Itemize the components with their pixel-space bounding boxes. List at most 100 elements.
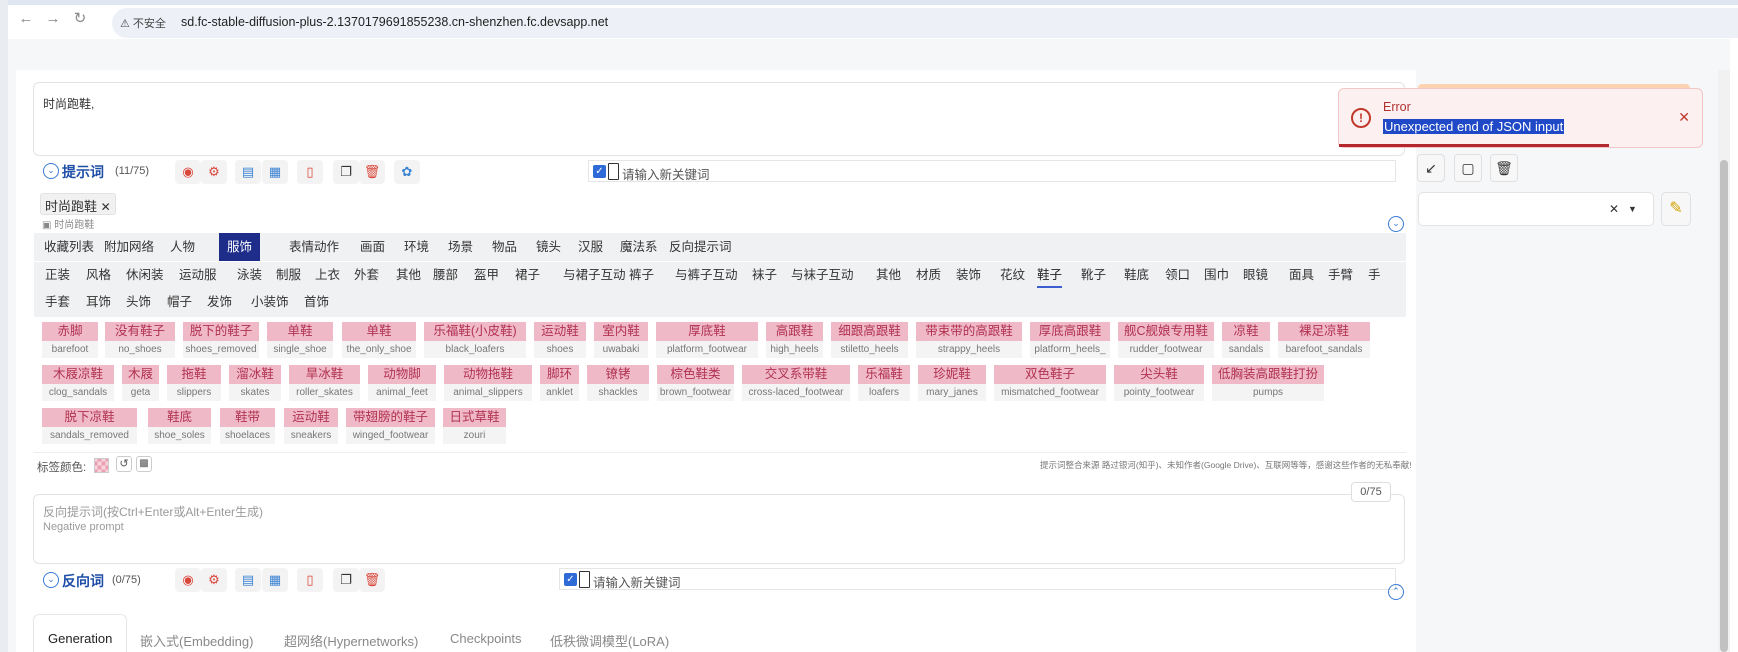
keyword-chip[interactable]: 运动鞋 shoes: [534, 322, 586, 358]
keyword-chip[interactable]: 凉鞋 sandals: [1222, 322, 1270, 358]
subcategory-tab[interactable]: 外套: [354, 262, 379, 288]
keyword-chip[interactable]: 双色鞋子 mismatched_footwear: [994, 365, 1106, 401]
subcategory-tab[interactable]: 围巾: [1204, 262, 1229, 288]
clear-select-icon[interactable]: ✕: [1609, 202, 1619, 216]
subcategory-tab[interactable]: 与裤子互动: [675, 262, 738, 288]
subcategory-tab[interactable]: 鞋子: [1037, 262, 1063, 288]
back-icon[interactable]: ←: [17, 10, 35, 28]
keyword-chip[interactable]: 鞋底 shoe_soles: [148, 408, 211, 444]
subcategory-tab[interactable]: 小装饰: [251, 289, 289, 315]
neg-expand-chevron-icon[interactable]: ⌃: [1388, 584, 1404, 600]
subcategory-tab[interactable]: 袜子: [752, 262, 777, 288]
checkbox-icon[interactable]: ✓: [593, 165, 606, 178]
edit-pencil-icon[interactable]: ✎: [1661, 192, 1691, 226]
keyword-chip[interactable]: 运动鞋 sneakers: [284, 408, 338, 444]
subcategory-tab[interactable]: 头饰: [126, 289, 151, 315]
prompt-textarea[interactable]: 时尚跑鞋,: [33, 82, 1405, 156]
neg-copy-icon[interactable]: ❐: [333, 568, 359, 592]
keyword-chip[interactable]: 单鞋 the_only_shoe: [342, 322, 416, 358]
subcategory-tab[interactable]: 休闲装: [126, 262, 164, 288]
neg-bookmark-icon[interactable]: ▦: [262, 568, 288, 592]
reset-color-icon[interactable]: ↺: [116, 456, 132, 472]
subcategory-tab[interactable]: 正装: [45, 262, 70, 288]
subcategory-tab[interactable]: 帽子: [167, 289, 192, 315]
bottom-tab[interactable]: 嵌入式(Embedding): [140, 631, 253, 650]
bottom-tab[interactable]: Generation: [48, 631, 112, 646]
subcategory-tab[interactable]: 泳装: [237, 262, 262, 288]
remove-tag-icon[interactable]: ✕: [101, 200, 111, 214]
forward-icon[interactable]: →: [44, 10, 62, 28]
subcategory-tab[interactable]: 领口: [1165, 262, 1190, 288]
bottom-tab[interactable]: 低秩微调模型(LoRA): [550, 631, 669, 650]
expand-chevron-icon[interactable]: ⌄: [1388, 216, 1404, 232]
apply-arrow-icon[interactable]: ↙: [1417, 154, 1445, 182]
keyword-chip[interactable]: 厚底高跟鞋 platform_heels_: [1030, 322, 1110, 358]
scrollbar-thumb[interactable]: [1720, 160, 1728, 652]
clear-square-icon[interactable]: ▢: [1454, 154, 1482, 182]
negative-prompt-textarea[interactable]: 反向提示词(按Ctrl+Enter或Alt+Enter生成) Negative …: [33, 494, 1405, 564]
keyword-chip[interactable]: 旱冰鞋 roller_skates: [289, 365, 360, 401]
category-tab[interactable]: 反向提示词: [661, 233, 740, 261]
copy-icon[interactable]: ❐: [333, 160, 359, 184]
subcategory-tab[interactable]: 手: [1368, 262, 1381, 288]
style-select[interactable]: ✕ ▼: [1418, 192, 1654, 226]
category-tab[interactable]: 附加网络: [96, 233, 162, 261]
keyword-chip[interactable]: 溜冰鞋 skates: [229, 365, 281, 401]
subcategory-tab[interactable]: 耳饰: [86, 289, 111, 315]
keyword-chip[interactable]: 脱下凉鞋 sandals_removed: [42, 408, 137, 444]
delete-icon[interactable]: 🗑: [359, 160, 385, 184]
keyword-chip[interactable]: 舰C舰娘专用鞋 rudder_footwear: [1118, 322, 1214, 358]
subcategory-tab[interactable]: 材质: [916, 262, 941, 288]
reload-icon[interactable]: ↻: [71, 10, 89, 28]
keyword-chip[interactable]: 单鞋 single_shoe: [267, 322, 333, 358]
category-tab[interactable]: 魔法系: [612, 233, 666, 261]
bottom-tab[interactable]: Checkpoints: [450, 631, 522, 646]
neg-import-icon[interactable]: ▤: [235, 568, 261, 592]
subcategory-tab[interactable]: 鞋底: [1124, 262, 1149, 288]
close-toast-icon[interactable]: ✕: [1678, 109, 1690, 126]
import-icon[interactable]: ▤: [235, 160, 261, 184]
settings-icon[interactable]: ⚙: [201, 160, 227, 184]
category-tab[interactable]: 收藏列表: [36, 233, 102, 261]
translate-icon[interactable]: ◉: [175, 160, 201, 184]
subcategory-tab[interactable]: 装饰: [956, 262, 981, 288]
keyword-chip[interactable]: 细跟高跟鞋 stiletto_heels: [831, 322, 908, 358]
tag-color-swatch[interactable]: [94, 458, 109, 473]
keyword-chip[interactable]: 脚环 anklet: [540, 365, 579, 401]
subcategory-tab[interactable]: 上衣: [315, 262, 340, 288]
keyword-chip[interactable]: 室内鞋 uwabaki: [594, 322, 648, 358]
keyword-chip[interactable]: 拖鞋 slippers: [167, 365, 221, 401]
category-tab[interactable]: 人物: [162, 233, 203, 261]
neg-settings-icon[interactable]: ⚙: [201, 568, 227, 592]
keyword-chip[interactable]: 赤脚 barefoot: [42, 322, 98, 358]
subcategory-tab[interactable]: 与裙子互动: [563, 262, 626, 288]
trash-icon[interactable]: 🗑: [1490, 154, 1518, 182]
subcategory-tab[interactable]: 发饰: [207, 289, 232, 315]
insecure-badge[interactable]: ⚠ 不安全: [120, 15, 166, 31]
collapse-chevron-icon[interactable]: ⌄: [43, 163, 59, 179]
subcategory-tab[interactable]: 运动服: [179, 262, 217, 288]
keyword-chip[interactable]: 珍妮鞋 mary_janes: [918, 365, 986, 401]
text-format-icon[interactable]: ▯: [297, 160, 323, 184]
keyword-chip[interactable]: 日式草鞋 zouri: [443, 408, 506, 444]
category-tab[interactable]: 画面: [352, 233, 393, 261]
url-text[interactable]: sd.fc-stable-diffusion-plus-2.1370179691…: [181, 15, 608, 29]
prompt-keyword-input[interactable]: ✓ 请输入新关键词: [588, 160, 1396, 182]
category-tab[interactable]: 场景: [440, 233, 481, 261]
lock-icon[interactable]: ▩: [136, 456, 152, 472]
keyword-chip[interactable]: 裸足凉鞋 barefoot_sandals: [1278, 322, 1370, 358]
keyword-chip[interactable]: 木屐 geta: [122, 365, 159, 401]
subcategory-tab[interactable]: 首饰: [304, 289, 329, 315]
category-tab[interactable]: 物品: [484, 233, 525, 261]
category-tab[interactable]: 环境: [396, 233, 437, 261]
subcategory-tab[interactable]: 其他: [876, 262, 901, 288]
keyword-chip[interactable]: 带翅膀的鞋子 winged_footwear: [346, 408, 435, 444]
subcategory-tab[interactable]: 与袜子互动: [791, 262, 854, 288]
category-tab[interactable]: 服饰: [219, 233, 261, 261]
subcategory-tab[interactable]: 盔甲: [474, 262, 499, 288]
keyword-chip[interactable]: 厚底鞋 platform_footwear: [656, 322, 758, 358]
category-tab[interactable]: 镜头: [528, 233, 569, 261]
keyword-chip[interactable]: 镣铐 shackles: [587, 365, 649, 401]
dropdown-caret-icon[interactable]: ▼: [1628, 204, 1637, 214]
subcategory-tab[interactable]: 靴子: [1081, 262, 1106, 288]
